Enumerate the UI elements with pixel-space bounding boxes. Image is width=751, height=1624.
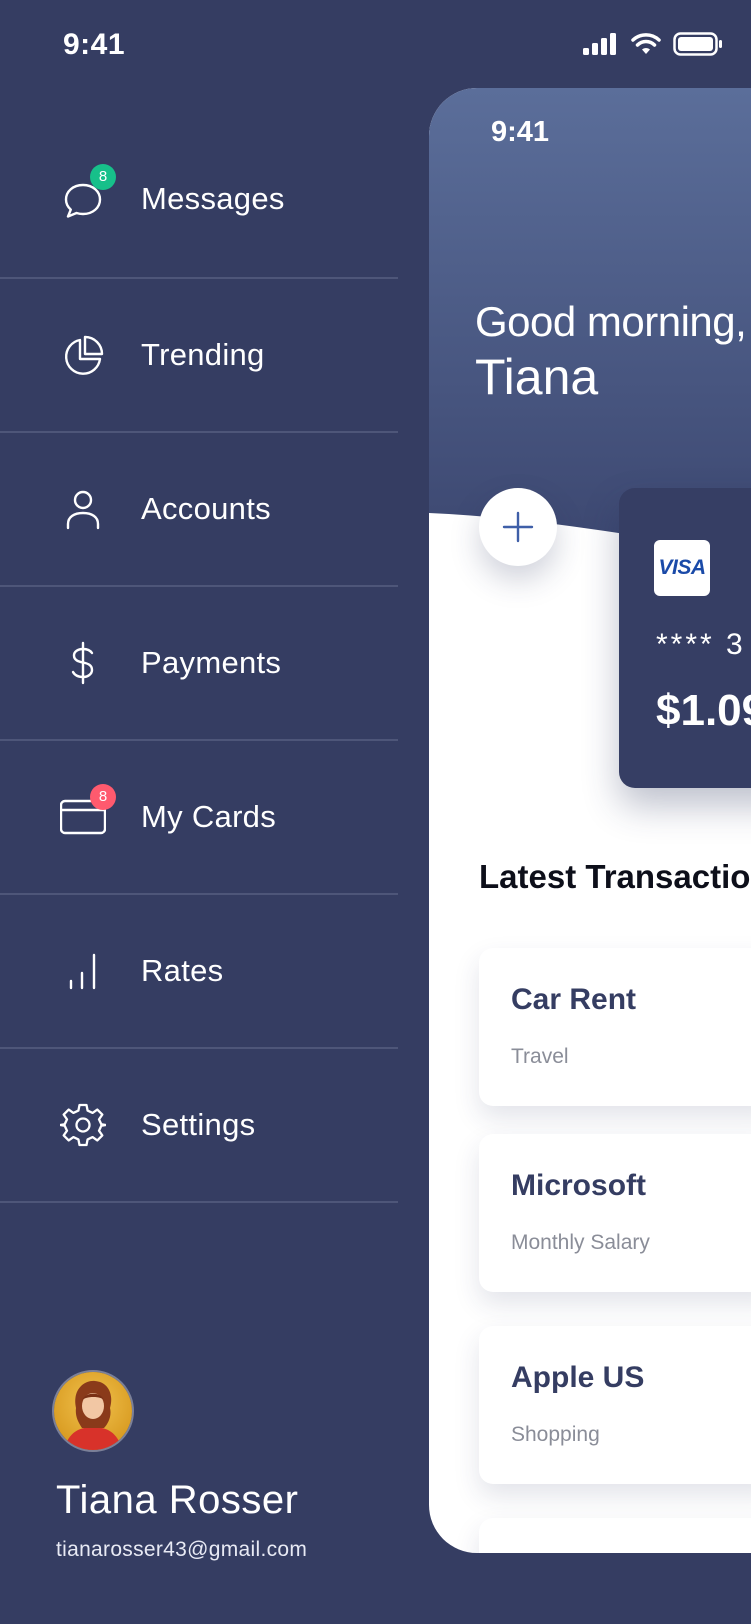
- profile-name: Tiana Rosser: [56, 1478, 299, 1522]
- status-icons: [583, 32, 723, 56]
- transaction-item-partial[interactable]: [479, 1518, 751, 1553]
- transaction-item[interactable]: Car Rent Travel: [479, 948, 751, 1106]
- plus-icon: [502, 511, 534, 543]
- user-icon: [60, 486, 106, 532]
- menu-item-label: Payments: [141, 645, 282, 680]
- cellular-signal-icon: [583, 33, 616, 55]
- transaction-category: Travel: [511, 1045, 569, 1068]
- menu-item-accounts[interactable]: Accounts: [0, 433, 398, 587]
- transaction-category: Monthly Salary: [511, 1231, 650, 1254]
- menu-item-messages[interactable]: 8 Messages: [0, 121, 398, 279]
- card-balance: $1.09: [656, 686, 751, 735]
- cards-badge: 8: [90, 784, 116, 810]
- menu-item-label: Messages: [141, 181, 285, 216]
- gear-icon: [58, 1102, 108, 1148]
- user-profile[interactable]: Tiana Rosser tianarosser43@gmail.com: [52, 1370, 307, 1561]
- add-card-button[interactable]: [479, 488, 557, 566]
- transaction-title: Car Rent: [511, 983, 637, 1016]
- greeting-text: Good morning,: [475, 298, 747, 345]
- home-panel[interactable]: 9:41 Good morning, Tiana VISA **** 3 $1.…: [429, 88, 751, 1553]
- menu-item-settings[interactable]: Settings: [0, 1049, 398, 1203]
- profile-email: tianarosser43@gmail.com: [56, 1538, 308, 1561]
- avatar[interactable]: [52, 1370, 134, 1452]
- menu-item-payments[interactable]: Payments: [0, 587, 398, 741]
- menu-item-my-cards[interactable]: 8 My Cards: [0, 741, 398, 895]
- panel-status-time: 9:41: [491, 116, 550, 148]
- side-menu: 8 Messages Trending Accounts Payments 8 …: [0, 125, 398, 1203]
- credit-card-icon: 8: [59, 784, 116, 840]
- status-bar: 9:41: [0, 0, 751, 90]
- transaction-title: Apple US: [511, 1361, 645, 1394]
- bar-chart-icon: [60, 948, 106, 994]
- battery-icon: [673, 32, 722, 56]
- transactions-title: Latest Transactio: [479, 858, 751, 895]
- greeting-user-name: Tiana: [475, 349, 599, 405]
- pie-chart-icon: [60, 332, 106, 378]
- dollar-icon: [60, 640, 106, 686]
- menu-item-label: Settings: [141, 1107, 256, 1142]
- wifi-icon: [631, 33, 661, 54]
- transaction-item[interactable]: Apple US Shopping: [479, 1326, 751, 1484]
- menu-item-label: Accounts: [141, 491, 271, 526]
- visa-logo: VISA: [654, 540, 710, 596]
- menu-item-label: Trending: [141, 337, 265, 372]
- menu-item-trending[interactable]: Trending: [0, 279, 398, 433]
- menu-item-label: Rates: [141, 953, 224, 988]
- card-number: **** 3: [656, 628, 746, 661]
- transaction-title: Microsoft: [511, 1169, 646, 1202]
- status-time: 9:41: [63, 28, 126, 61]
- transaction-item[interactable]: Microsoft Monthly Salary: [479, 1134, 751, 1292]
- bank-card[interactable]: VISA **** 3 $1.09: [619, 488, 751, 788]
- menu-item-rates[interactable]: Rates: [0, 895, 398, 1049]
- menu-item-label: My Cards: [141, 799, 277, 834]
- messages-badge: 8: [90, 164, 116, 190]
- chat-bubble-icon: 8: [60, 164, 116, 222]
- transaction-category: Shopping: [511, 1423, 600, 1446]
